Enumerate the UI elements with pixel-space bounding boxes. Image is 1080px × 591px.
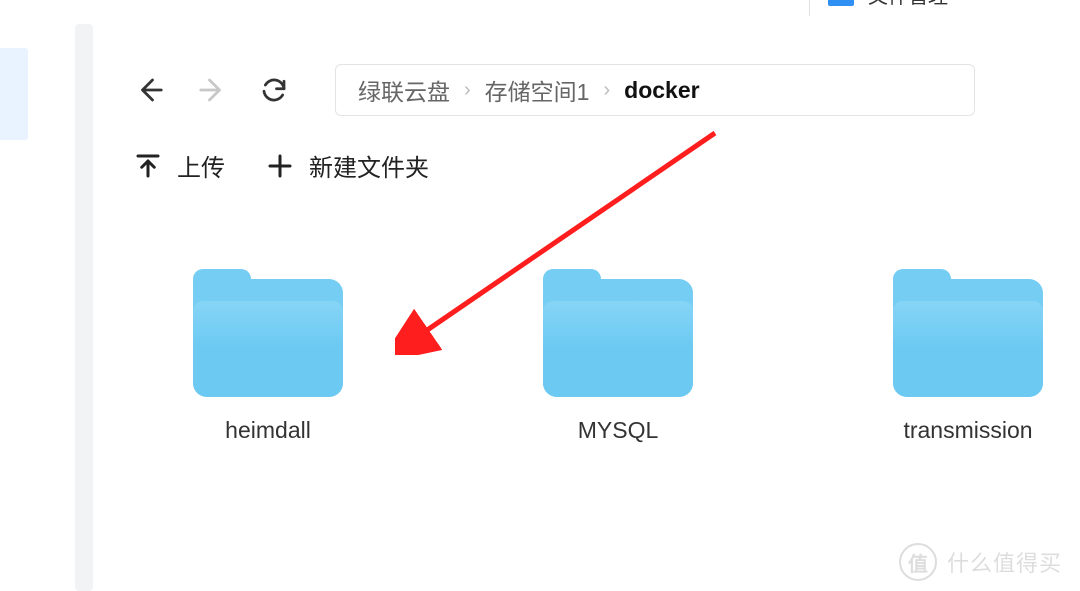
folder-name: transmission [903,417,1032,444]
watermark-badge: 值 [899,543,937,581]
folder-item[interactable]: MYSQL [543,279,693,444]
folder-name: MYSQL [578,417,659,444]
new-folder-button[interactable]: 新建文件夹 [265,148,429,183]
file-grid: heimdall MYSQL transmission [93,183,1080,444]
file-panel: 绿联云盘 › 存储空间1 › docker 上传 新建文件夹 heimdall … [93,24,1080,591]
upload-icon [133,151,163,181]
chevron-right-icon: › [464,79,471,102]
refresh-icon [259,75,289,105]
breadcrumb-item-0[interactable]: 绿联云盘 [358,73,450,107]
app-tab-label: 文件管理 [868,0,948,9]
new-folder-label: 新建文件夹 [309,148,429,183]
back-button[interactable] [133,73,167,107]
folder-item[interactable]: transmission [893,279,1043,444]
nav-row: 绿联云盘 › 存储空间1 › docker [93,24,1080,116]
watermark-text: 什么值得买 [947,546,1062,578]
left-gutter [0,24,93,591]
breadcrumb-item-1[interactable]: 存储空间1 [485,73,590,107]
gutter-edge [75,24,93,591]
plus-icon [265,151,295,181]
refresh-button[interactable] [257,73,291,107]
arrow-right-icon [197,75,227,105]
breadcrumb-item-2[interactable]: docker [624,77,699,104]
arrow-left-icon [135,75,165,105]
watermark: 值 什么值得买 [899,543,1062,581]
breadcrumb: 绿联云盘 › 存储空间1 › docker [335,64,975,116]
folder-name: heimdall [225,417,311,444]
chevron-right-icon: › [603,79,610,102]
folder-item[interactable]: heimdall [193,279,343,444]
folder-icon [543,279,693,397]
folder-app-icon [828,0,854,6]
app-tab[interactable]: 文件管理 [809,0,1080,16]
window-tab-strip: 文件管理 [0,0,1080,16]
upload-button[interactable]: 上传 [133,148,225,183]
folder-icon [193,279,343,397]
action-row: 上传 新建文件夹 [93,116,1080,183]
folder-icon [893,279,1043,397]
forward-button[interactable] [195,73,229,107]
gutter-selection [0,48,28,140]
upload-label: 上传 [177,148,225,183]
